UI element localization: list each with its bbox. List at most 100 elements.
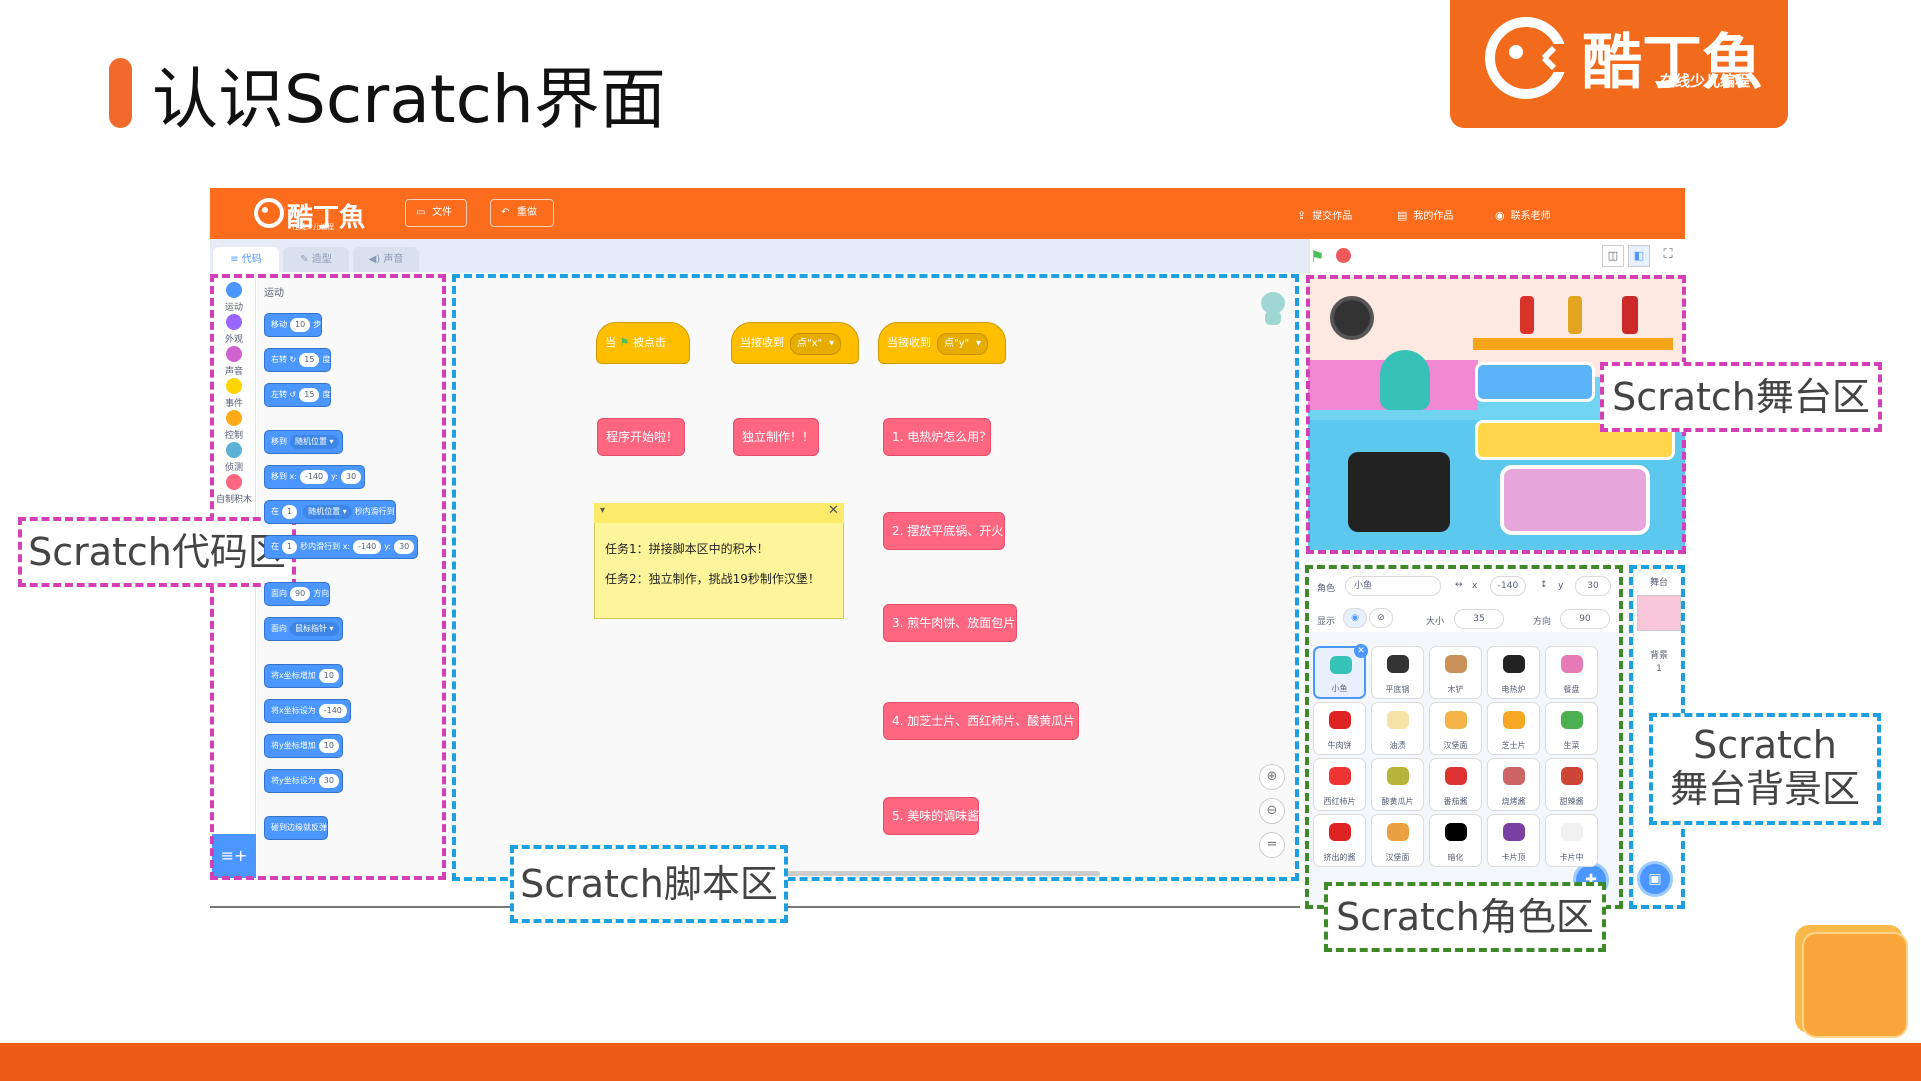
sprite-tile[interactable]: 油渍 bbox=[1371, 702, 1424, 755]
file-menu-button[interactable]: ▭ 文件 bbox=[405, 199, 467, 227]
block-post: 步 bbox=[313, 320, 322, 329]
sprite-tile[interactable]: 卡片中 bbox=[1545, 814, 1598, 867]
callout-stage-area: Scratch舞台区 bbox=[1600, 362, 1882, 432]
sprite-tile[interactable]: 木铲 bbox=[1429, 646, 1482, 699]
small-stage-button[interactable]: ◫ bbox=[1602, 245, 1624, 267]
block-pre: 移动 bbox=[271, 320, 287, 329]
sprite-tile[interactable]: 卡片顶 bbox=[1487, 814, 1540, 867]
block-post: 度 bbox=[322, 355, 331, 364]
sprite-tile[interactable]: 电热炉 bbox=[1487, 646, 1540, 699]
stop-button[interactable] bbox=[1336, 248, 1351, 263]
block-pre: 将x坐标增加 bbox=[271, 671, 316, 680]
palette-block[interactable]: 碰到边缘就反弹 bbox=[264, 816, 328, 840]
block-arg[interactable]: 90 bbox=[290, 587, 311, 601]
sprite-tile[interactable]: 芝士片 bbox=[1487, 702, 1540, 755]
block-drop[interactable]: 随机位置 ▾ bbox=[303, 505, 352, 519]
block-arg3[interactable]: 30 bbox=[394, 540, 415, 554]
sprite-thumbnail bbox=[1387, 823, 1409, 841]
block-arg[interactable]: 1 bbox=[282, 540, 298, 554]
fullscreen-button[interactable]: ⛶ bbox=[1657, 245, 1679, 267]
category-dot-icon bbox=[226, 474, 242, 490]
sprite-tile[interactable]: 西红柿片 bbox=[1313, 758, 1366, 811]
submit-work-link[interactable]: ⇪ 提交作品 bbox=[1297, 207, 1352, 222]
tab-code[interactable]: ≡ 代码 bbox=[213, 247, 279, 273]
tab-costumes-label: 造型 bbox=[311, 254, 332, 265]
sprite-thumbnail bbox=[1503, 823, 1525, 841]
palette-block[interactable]: 在 1 随机位置 ▾ 秒内滑行到 bbox=[264, 500, 396, 524]
category-5[interactable]: 侦测 bbox=[212, 442, 256, 473]
sprite-thumbnail bbox=[1445, 655, 1467, 673]
large-stage-button[interactable]: ◧ bbox=[1628, 245, 1650, 267]
palette-block[interactable]: 左转 ↺ 15 度 bbox=[264, 383, 332, 407]
sprite-tile[interactable]: 牛肉饼 bbox=[1313, 702, 1366, 755]
palette-block[interactable]: 在 1 秒内滑行到 x: -140 y: 30 bbox=[264, 535, 419, 559]
category-0[interactable]: 运动 bbox=[212, 282, 256, 313]
block-arg2[interactable]: -140 bbox=[353, 540, 382, 554]
block-post: 方向 bbox=[313, 589, 330, 598]
sprite-tile[interactable]: 餐盘 bbox=[1545, 646, 1598, 699]
custom-block-step-5[interactable]: 5. 美味的调味酱 bbox=[883, 797, 979, 835]
palette-block[interactable]: 面向 90 方向 bbox=[264, 582, 331, 606]
speaker-icon: ◀) bbox=[368, 254, 384, 265]
block-drop[interactable]: 鼠标指针 ▾ bbox=[290, 622, 339, 636]
palette-block[interactable]: 将y坐标增加 10 bbox=[264, 734, 343, 758]
tab-sounds[interactable]: ◀) 声音 bbox=[353, 247, 419, 273]
sprite-thumbnail bbox=[1329, 823, 1351, 841]
block-arg[interactable]: 10 bbox=[318, 739, 339, 753]
redo-button[interactable]: ↶ 重做 bbox=[490, 199, 554, 227]
block-arg[interactable]: -140 bbox=[318, 704, 347, 718]
block-arg[interactable]: 15 bbox=[299, 353, 320, 367]
block-arg[interactable]: 30 bbox=[318, 774, 339, 788]
sprite-tile[interactable]: 小鱼 ✕ bbox=[1313, 644, 1368, 699]
palette-block[interactable]: 将x坐标设为 -140 bbox=[264, 699, 351, 723]
custom-block-step-1[interactable]: 1. 电热炉怎么用？ bbox=[883, 418, 991, 456]
sprite-tile[interactable]: 番茄酱 bbox=[1429, 758, 1482, 811]
sprite-tile[interactable]: 汉堡面 bbox=[1371, 814, 1424, 867]
block-arg[interactable]: 1 bbox=[282, 505, 298, 519]
block-arg2[interactable]: 30 bbox=[341, 470, 362, 484]
delete-sprite-icon[interactable]: ✕ bbox=[1354, 644, 1368, 658]
sprite-tile[interactable]: 酸黄瓜片 bbox=[1371, 758, 1424, 811]
custom-block-step-2[interactable]: 2. 摆放平底锅、开火 bbox=[883, 512, 1005, 550]
palette-block[interactable]: 移动 10 步 bbox=[264, 313, 323, 337]
block-arg[interactable]: 10 bbox=[290, 318, 311, 332]
sprite-name: 电热炉 bbox=[1501, 685, 1526, 694]
sprite-tile[interactable]: 烧烤酱 bbox=[1487, 758, 1540, 811]
my-works-link[interactable]: ▤ 我的作品 bbox=[1397, 207, 1453, 222]
sprite-tile[interactable]: 平底锅 bbox=[1371, 646, 1424, 699]
sprite-name: 西红柿片 bbox=[1323, 797, 1356, 806]
category-6[interactable]: 自制积木 bbox=[212, 474, 256, 505]
block-arg[interactable]: -140 bbox=[299, 470, 329, 484]
palette-block[interactable]: 右转 ↻ 15 度 bbox=[264, 348, 332, 372]
sprite-tile[interactable]: 挤出的酱 bbox=[1313, 814, 1366, 867]
slide: 认识Scratch界面 酷丁魚 在线少儿编程 酷丁魚 在线少儿编程 ▭ 文件 ↶… bbox=[0, 0, 1921, 1081]
category-1[interactable]: 外观 bbox=[212, 314, 256, 345]
category-2[interactable]: 声音 bbox=[212, 346, 256, 377]
fullscreen-icon: ⛶ bbox=[1663, 247, 1673, 262]
upload-icon: ⇪ bbox=[1297, 209, 1307, 222]
sprite-name: 汉堡面 bbox=[1385, 853, 1410, 862]
custom-block-step-3[interactable]: 3. 煎牛肉饼、放面包片 bbox=[883, 604, 1017, 642]
sprite-thumbnail bbox=[1329, 711, 1351, 729]
palette-block[interactable]: 将x坐标增加 10 bbox=[264, 664, 343, 688]
palette-block[interactable]: 面向 鼠标指针 ▾ bbox=[264, 617, 343, 641]
sprite-tile[interactable]: 汉堡面 bbox=[1429, 702, 1482, 755]
palette-block[interactable]: 将y坐标设为 30 bbox=[264, 769, 343, 793]
palette-block[interactable]: 移到 随机位置 ▾ bbox=[264, 430, 343, 454]
custom-block-step-4[interactable]: 4. 加芝士片、西红柿片、酸黄瓜片 bbox=[883, 702, 1079, 740]
corner-decoration-overlay bbox=[1802, 932, 1908, 1038]
sprite-tile[interactable]: 甜辣酱 bbox=[1545, 758, 1598, 811]
green-flag-button[interactable]: ⚑ bbox=[1310, 247, 1324, 266]
category-3[interactable]: 事件 bbox=[212, 378, 256, 409]
sprite-thumbnail bbox=[1329, 767, 1351, 785]
sprite-tile[interactable]: 暗化 bbox=[1429, 814, 1482, 867]
contact-teacher-link[interactable]: ◉ 联系老师 bbox=[1495, 207, 1551, 222]
sprite-tile[interactable]: 生菜 bbox=[1545, 702, 1598, 755]
callout-script-area: Scratch脚本区 bbox=[510, 845, 788, 923]
category-4[interactable]: 控制 bbox=[212, 410, 256, 441]
palette-block[interactable]: 移到 x: -140 y: 30 bbox=[264, 465, 366, 489]
block-arg[interactable]: 10 bbox=[318, 669, 339, 683]
block-arg[interactable]: 15 bbox=[299, 388, 320, 402]
block-drop[interactable]: 随机位置 ▾ bbox=[290, 435, 339, 449]
tab-costumes[interactable]: ✎ 造型 bbox=[283, 247, 349, 273]
